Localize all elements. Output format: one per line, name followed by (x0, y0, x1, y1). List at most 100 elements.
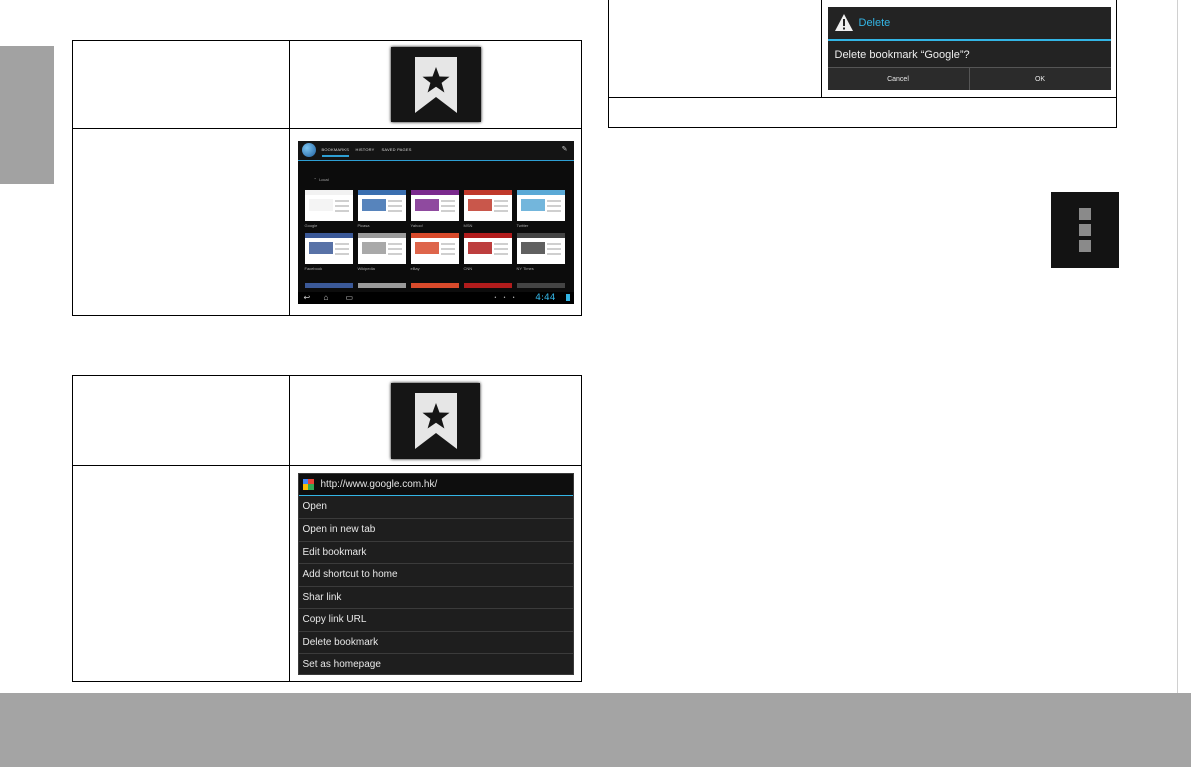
bookmark-label: Google (304, 222, 318, 228)
thumbnail-text-line (387, 247, 402, 250)
bookmark-label: Wikipedia (357, 265, 375, 271)
bookmark-thumbnail[interactable]: Facebook (304, 232, 353, 271)
bookmark-thumbnail[interactable]: Yahoo! (410, 189, 459, 228)
thumbnail-image (467, 241, 492, 254)
context-menu-item[interactable]: Shar link (298, 585, 573, 609)
thumbnail-text-line (334, 242, 349, 245)
thumbnail-text-line (493, 247, 508, 250)
context-menu-item[interactable]: Open in new tab (298, 518, 573, 541)
table-cell-empty (72, 375, 290, 466)
bookmark-thumbnail[interactable]: NY Times (516, 232, 565, 271)
bookmark-label: NY Times (516, 265, 534, 271)
table-cell-empty (72, 40, 290, 129)
tab-bookmarks[interactable]: BOOKMARKS (321, 147, 350, 157)
context-menu-item[interactable]: Edit bookmark (298, 540, 573, 564)
table-cell-empty (72, 128, 290, 316)
thumbnail-header (516, 189, 565, 195)
folder-label[interactable]: ⌃ Local (314, 177, 329, 182)
thumbnail-image (520, 241, 545, 254)
dialog-message: Delete bookmark “Google”? (834, 49, 970, 61)
thumbnail-text-line (546, 242, 561, 245)
thumbnail-text-line (387, 252, 402, 255)
bookmark-thumbnail-partial[interactable] (463, 282, 512, 288)
context-menu-item[interactable]: Delete bookmark (298, 630, 573, 654)
context-menu-url: http://www.google.com.hk/ (320, 478, 438, 490)
section-side-tab (0, 46, 54, 184)
bookmark-thumbnail[interactable]: MSN (463, 189, 512, 228)
thumbnail-text-line (440, 242, 455, 245)
thumbnail-image (467, 198, 492, 211)
bookmark-label: CNN (463, 265, 473, 271)
context-menu-items: Open Open in new tab Edit bookmark Add shor… (298, 496, 573, 676)
bookmark-label: Twitter (516, 222, 529, 228)
thumbnail-text-line (493, 204, 508, 207)
bookmark-thumbnail[interactable]: Picasa (357, 189, 406, 228)
table-cell-bookmark-icon (289, 375, 582, 466)
table-delete-bookmark: Delete Delete bookmark “Google”? Cancel … (608, 0, 1117, 128)
thumbnail-text-line (493, 242, 508, 245)
bookmark-thumbnail-partial[interactable] (304, 282, 353, 288)
table-cell-bookmarks-screenshot: BOOKMARKS HISTORY SAVED PAGES ✎ ⌃ Local … (289, 128, 582, 316)
thumbnail-header (357, 189, 406, 195)
wrench-icon[interactable]: ✎ (562, 145, 568, 153)
bookmark-label: Yahoo! (410, 222, 423, 228)
thumbnail-text-line (440, 204, 455, 207)
tab-saved-pages[interactable]: SAVED PAGES (382, 147, 412, 152)
thumbnail-header (410, 232, 459, 238)
thumbnail-header (463, 232, 512, 238)
thumbnail-text-line (546, 252, 561, 255)
bookmark-star-icon (391, 382, 480, 459)
thumbnail-text-line (334, 252, 349, 255)
ok-button[interactable]: OK (968, 68, 1111, 90)
thumbnail-text-line (334, 209, 349, 212)
thumbnail-text-line (387, 209, 402, 212)
back-icon[interactable]: ↩ (304, 293, 311, 302)
thumbnail-text-line (387, 204, 402, 207)
bookmark-label: Picasa (357, 222, 370, 228)
thumbnail-text-line (546, 247, 561, 250)
table-cell-context-menu: http://www.google.com.hk/ Open Open in ne… (289, 465, 582, 682)
context-menu-item[interactable]: Set as homepage (298, 653, 573, 676)
thumbnail-text-line (334, 204, 349, 207)
context-menu-item[interactable]: Open (299, 496, 573, 519)
thumbnail-text-line (334, 199, 349, 202)
thumbnail-text-line (440, 209, 455, 212)
globe-icon (301, 142, 316, 157)
bookmark-thumbnail[interactable]: eBay (410, 232, 459, 271)
battery-icon (565, 293, 570, 301)
dialog-header: Delete (827, 7, 1111, 41)
browser-tab-bar: BOOKMARKS HISTORY SAVED PAGES ✎ (297, 140, 574, 161)
context-menu-item[interactable]: Add shortcut to home (298, 563, 573, 586)
bookmark-thumbnail-partial[interactable] (357, 282, 406, 288)
footer-band (0, 693, 1191, 767)
bookmark-thumbnail-partial[interactable] (410, 282, 459, 288)
bookmark-thumbnail[interactable]: Twitter (516, 189, 565, 228)
bookmark-thumbnail[interactable]: CNN (463, 232, 512, 271)
dialog-buttons: Cancel OK (827, 67, 1111, 90)
dialog-title: Delete (858, 17, 891, 29)
thumbnail-text-line (387, 199, 402, 202)
tab-history[interactable]: HISTORY (356, 147, 375, 152)
bookmark-thumbnail[interactable]: Google (304, 189, 353, 228)
thumbnail-image (361, 241, 386, 254)
home-icon[interactable]: ⌂ (324, 293, 329, 302)
thumbnail-text-line (440, 247, 455, 250)
table-cell-empty (72, 465, 290, 682)
thumbnail-image (308, 198, 333, 211)
thumbnail-text-line (334, 247, 349, 250)
thumbnail-image (520, 198, 545, 211)
bookmark-thumbnail-partial[interactable] (516, 282, 565, 288)
recent-apps-icon[interactable]: ▭ (346, 293, 354, 302)
bookmark-star-icon (390, 47, 481, 122)
table-bookmark-options: http://www.google.com.hk/ Open Open in ne… (72, 375, 582, 682)
bookmark-thumbnail-row-partial (304, 282, 567, 288)
bookmark-label: MSN (463, 222, 473, 228)
browser-bookmarks-screenshot: BOOKMARKS HISTORY SAVED PAGES ✎ ⌃ Local … (297, 140, 574, 304)
overflow-menu-icon (1051, 192, 1119, 268)
context-menu-item[interactable]: Copy link URL (298, 608, 573, 631)
thumbnail-header (357, 232, 406, 238)
bookmark-thumbnail[interactable]: Wikipedia (357, 232, 406, 271)
thumbnail-text-line (493, 252, 508, 255)
thumbnail-text-line (387, 242, 402, 245)
cancel-button[interactable]: Cancel (828, 68, 969, 90)
